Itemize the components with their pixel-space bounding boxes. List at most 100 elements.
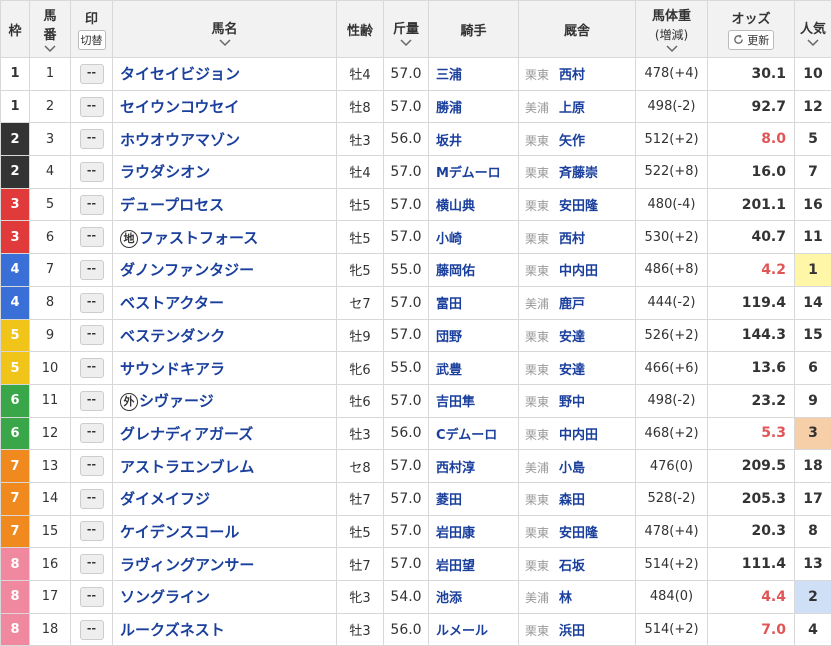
horse-name-link[interactable]: ソングライン (120, 588, 210, 606)
mark-select-button[interactable]: -- (80, 260, 104, 280)
mark-cell: -- (71, 482, 113, 515)
header-horse-name[interactable]: 馬名 (113, 1, 337, 58)
horse-name-link[interactable]: ベストアクター (120, 294, 224, 312)
trainer-link[interactable]: 斉藤崇 (559, 166, 598, 181)
header-umaban[interactable]: 馬 番 (30, 1, 71, 58)
trainer-link[interactable]: 安達 (559, 363, 585, 378)
trainer-link[interactable]: 西村 (559, 68, 585, 83)
sort-chevron-icon (806, 39, 820, 47)
stable-region: 栗東 (525, 493, 549, 507)
horse-name-link[interactable]: アストラエンブレム (120, 458, 254, 476)
umaban-cell: 11 (30, 384, 71, 417)
mark-toggle-button[interactable]: 切替 (78, 30, 106, 50)
mark-select-button[interactable]: -- (80, 97, 104, 117)
jockey-link[interactable]: 坂井 (436, 134, 462, 149)
jockey-link[interactable]: 富田 (436, 297, 462, 312)
odds-cell: 205.3 (708, 482, 795, 515)
jockey-cell: Cデムーロ (429, 417, 519, 450)
horse-name-link[interactable]: タイセイビジョン (120, 65, 240, 83)
jockey-link[interactable]: 藤岡佑 (436, 264, 475, 279)
horse-name-link[interactable]: ファストフォース (139, 229, 258, 247)
mark-select-button[interactable]: -- (80, 358, 104, 378)
trainer-link[interactable]: 小島 (559, 461, 585, 476)
trainer-link[interactable]: 安達 (559, 330, 585, 345)
jockey-link[interactable]: 池添 (436, 591, 462, 606)
jockey-cell: 武豊 (429, 352, 519, 385)
jockey-link[interactable]: 菱田 (436, 493, 462, 508)
horse-name-link[interactable]: ルークズネスト (120, 621, 225, 639)
horse-name-link[interactable]: デュープロセス (120, 196, 224, 214)
trainer-link[interactable]: 森田 (559, 493, 585, 508)
header-body-weight[interactable]: 馬体重 (増減) (636, 1, 708, 58)
jockey-link[interactable]: 団野 (436, 330, 462, 345)
header-kinryo[interactable]: 斤量 (384, 1, 429, 58)
trainer-link[interactable]: 上原 (559, 101, 585, 116)
stable-region: 栗東 (525, 559, 549, 573)
trainer-link[interactable]: 安田隆 (559, 199, 598, 214)
mark-select-button[interactable]: -- (80, 587, 104, 607)
horse-name-link[interactable]: ホウオウアマゾン (120, 131, 240, 149)
horse-name-link[interactable]: サウンドキアラ (120, 360, 225, 378)
trainer-link[interactable]: 矢作 (559, 134, 585, 149)
mark-select-button[interactable]: -- (80, 620, 104, 640)
trainer-link[interactable]: 浜田 (559, 624, 585, 639)
jockey-link[interactable]: 武豊 (436, 363, 462, 378)
trainer-link[interactable]: 西村 (559, 232, 585, 247)
trainer-link[interactable]: 安田隆 (559, 526, 598, 541)
trainer-link[interactable]: 中内田 (559, 428, 598, 443)
mark-select-button[interactable]: -- (80, 456, 104, 476)
trainer-link[interactable]: 野中 (559, 395, 585, 410)
header-umaban-top: 馬 (30, 5, 70, 24)
mark-select-button[interactable]: -- (80, 521, 104, 541)
mark-select-button[interactable]: -- (80, 195, 104, 215)
trainer-link[interactable]: 石坂 (559, 559, 585, 574)
mark-cell: -- (71, 613, 113, 646)
jockey-link[interactable]: ルメール (436, 624, 488, 639)
mark-select-button[interactable]: -- (80, 554, 104, 574)
horse-name-link[interactable]: ベステンダンク (120, 327, 225, 345)
header-popularity[interactable]: 人気 (795, 1, 831, 58)
jockey-link[interactable]: Cデムーロ (436, 428, 497, 443)
kinryo-cell: 56.0 (384, 613, 429, 646)
mark-select-button[interactable]: -- (80, 162, 104, 182)
horse-name-link[interactable]: ダイメイフジ (120, 490, 210, 508)
refresh-icon (733, 34, 744, 45)
mark-select-button[interactable]: -- (80, 293, 104, 313)
header-waku[interactable]: 枠 (1, 1, 30, 58)
trainer-link[interactable]: 林 (559, 591, 572, 606)
kinryo-cell: 57.0 (384, 58, 429, 91)
mark-select-button[interactable]: -- (80, 227, 104, 247)
sort-chevron-icon (43, 45, 57, 53)
jockey-link[interactable]: 横山典 (436, 199, 475, 214)
umaban-cell: 3 (30, 123, 71, 156)
waku-cell: 3 (1, 221, 30, 254)
table-row: 715--ケイデンスコール牡557.0岩田康栗東安田隆478(+4)20.38 (1, 515, 831, 548)
mark-select-button[interactable]: -- (80, 489, 104, 509)
horse-name-link[interactable]: グレナディアガーズ (120, 425, 253, 443)
horse-name-link[interactable]: セイウンコウセイ (120, 98, 239, 116)
mark-select-button[interactable]: -- (80, 391, 104, 411)
jockey-link[interactable]: 岩田康 (436, 526, 475, 541)
horse-name-link[interactable]: ケイデンスコール (120, 523, 239, 541)
mark-select-button[interactable]: -- (80, 325, 104, 345)
horse-name-link[interactable]: ダノンファンタジー (120, 261, 254, 279)
jockey-link[interactable]: 小崎 (436, 232, 462, 247)
jockey-link[interactable]: 勝浦 (436, 101, 462, 116)
stable-region: 栗東 (525, 232, 549, 246)
jockey-link[interactable]: 三浦 (436, 68, 462, 83)
sex-age-cell: 牡8 (337, 90, 384, 123)
jockey-link[interactable]: 西村淳 (436, 461, 475, 476)
stable-cell: 美浦林 (519, 581, 636, 614)
mark-select-button[interactable]: -- (80, 423, 104, 443)
trainer-link[interactable]: 鹿戸 (559, 297, 585, 312)
horse-name-link[interactable]: シヴァージ (139, 392, 214, 410)
mark-select-button[interactable]: -- (80, 129, 104, 149)
horse-name-link[interactable]: ラウダシオン (120, 163, 210, 181)
mark-select-button[interactable]: -- (80, 64, 104, 84)
horse-name-link[interactable]: ラヴィングアンサー (120, 556, 254, 574)
jockey-link[interactable]: 吉田隼 (436, 395, 475, 410)
jockey-link[interactable]: 岩田望 (436, 559, 475, 574)
jockey-link[interactable]: Mデムーロ (436, 166, 501, 181)
refresh-button[interactable]: 更新 (728, 30, 775, 50)
trainer-link[interactable]: 中内田 (559, 264, 598, 279)
